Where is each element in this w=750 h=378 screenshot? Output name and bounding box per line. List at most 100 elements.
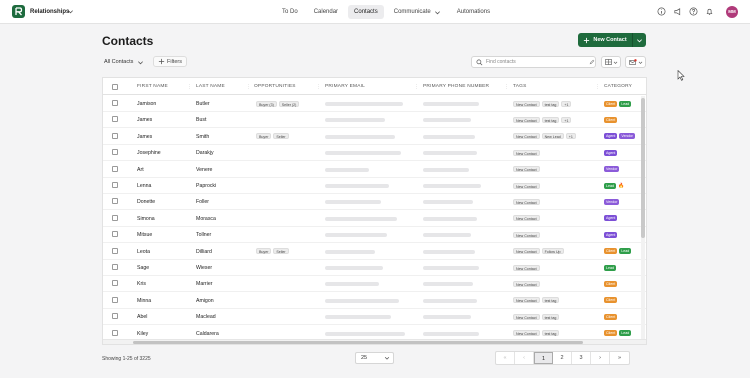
new-contact-dropdown[interactable] [632,33,646,47]
table-row[interactable]: Art Venere New Contact Vendor [103,162,646,178]
tag-chip[interactable]: test tag [541,330,560,337]
header-last-name[interactable]: LAST NAME [196,84,225,89]
row-checkbox[interactable] [112,132,118,139]
table-row[interactable]: Abel Maclead New Contact test tag Client [103,309,646,326]
horizontal-scrollbar-thumb[interactable] [133,341,583,344]
vertical-scrollbar-thumb[interactable] [641,98,645,238]
table-row[interactable]: Leota Dilliard Buyer Seller New Contact Follo… [103,244,646,260]
last-name-cell[interactable]: Venere [196,167,212,173]
first-name-cell[interactable]: Mitsue [137,232,152,238]
tag-chip[interactable]: New Contact [513,149,540,156]
row-checkbox[interactable] [112,280,118,287]
page-button-3[interactable]: 3 [572,352,591,364]
last-name-cell[interactable]: Paprocki [196,183,216,189]
opportunity-chip[interactable]: Seller [273,133,289,140]
tag-chip[interactable]: Follow Up [541,248,564,255]
header-opportunities[interactable]: OPPORTUNITIES [254,84,296,89]
last-name-cell[interactable]: Dilliard [196,249,212,255]
search-input[interactable] [486,59,586,65]
last-name-cell[interactable]: Butler [196,101,210,107]
column-resize-handle[interactable]: ⋮ [595,84,600,90]
tag-chip[interactable]: New Lead [541,133,564,140]
column-resize-handle[interactable]: ⋮ [187,84,192,90]
chevron-down-icon[interactable] [67,8,74,15]
tag-chip[interactable]: New Contact [513,330,540,337]
row-checkbox[interactable] [112,149,118,156]
first-name-cell[interactable]: Sage [137,265,149,271]
table-row[interactable]: Minna Amigon New Contact test tag Client [103,293,646,309]
nav-todo[interactable]: To Do [276,5,304,19]
edit-icon[interactable] [589,59,595,65]
header-category[interactable]: CATEGORY [604,84,632,89]
nav-communicate[interactable]: Communicate [388,5,447,19]
help-icon[interactable] [689,7,698,16]
tag-chip[interactable]: New Contact [513,313,540,320]
first-name-cell[interactable]: Abel [137,314,147,320]
opportunity-chip[interactable]: Buyer [256,133,272,140]
last-name-cell[interactable]: Amigon [196,298,214,304]
row-checkbox[interactable] [112,214,118,221]
row-checkbox[interactable] [112,313,118,320]
table-row[interactable]: Mitsue Tollner New Contact Agent [103,227,646,244]
vertical-scrollbar[interactable] [641,96,645,340]
page-size-select[interactable]: 25 [355,352,394,364]
row-checkbox[interactable] [112,247,118,254]
header-tags[interactable]: TAGS [513,84,527,89]
row-checkbox[interactable] [112,198,118,205]
first-name-cell[interactable]: Art [137,167,144,173]
tag-chip[interactable]: New Contact [513,198,540,205]
last-name-cell[interactable]: Morasca [196,216,216,222]
row-checkbox[interactable] [112,329,118,336]
first-name-cell[interactable]: Simona [137,216,155,222]
table-row[interactable]: Jamison Butler Buyer (3) Seller (2) New Cont… [103,96,646,112]
table-row[interactable]: Simona Morasca New Contact Agent [103,211,646,227]
first-name-cell[interactable]: Leota [137,249,150,255]
last-name-cell[interactable]: Tollner [196,232,211,238]
tag-chip[interactable]: New Contact [513,264,540,271]
header-primary-email[interactable]: PRIMARY EMAIL [325,84,365,89]
prev-page-button[interactable]: ‹ [515,352,534,364]
page-button-2[interactable]: 2 [553,352,572,364]
table-row[interactable]: James Bust New Contact test tag +1 Client [103,112,646,129]
tag-chip[interactable]: New Contact [513,100,540,107]
first-name-cell[interactable]: Kiley [137,331,148,337]
tag-chip[interactable]: test tag [541,116,560,123]
bell-icon[interactable] [705,7,714,16]
row-checkbox[interactable] [112,264,118,270]
opportunity-chip[interactable]: Buyer (3) [256,100,277,107]
table-row[interactable]: Josephine Darakjy New Contact Agent [103,145,646,162]
row-checkbox[interactable] [112,165,118,172]
view-select[interactable]: All Contacts [104,57,144,67]
first-name-cell[interactable]: James [137,117,152,123]
last-name-cell[interactable]: Maclead [196,314,216,320]
page-button-1[interactable]: 1 [534,352,553,364]
email-actions-button[interactable] [625,56,646,68]
first-name-cell[interactable]: Donette [137,199,155,205]
row-checkbox[interactable] [112,231,118,238]
table-row[interactable]: James Smith Buyer Seller New Contact New Lead… [103,129,646,145]
last-name-cell[interactable]: Foller [196,199,209,205]
select-all-checkbox[interactable] [112,84,118,90]
tag-chip[interactable]: test tag [541,313,560,320]
tag-chip[interactable]: New Contact [513,297,540,304]
view-toggle-button[interactable] [601,56,621,68]
first-page-button[interactable]: « [496,352,515,364]
table-row[interactable]: Donette Foller New Contact Vendor [103,194,646,211]
tag-chip[interactable]: New Contact [513,133,540,140]
first-name-cell[interactable]: James [137,134,152,140]
tag-chip[interactable]: New Contact [513,182,540,189]
tag-chip[interactable]: New Contact [513,280,540,287]
horizontal-scrollbar[interactable] [103,339,646,344]
row-checkbox[interactable] [112,100,118,106]
user-avatar[interactable]: MM [726,6,738,18]
first-name-cell[interactable]: Lenna [137,183,151,189]
opportunity-chip[interactable]: Buyer [256,248,272,255]
column-resize-handle[interactable]: ⋮ [414,84,419,90]
nav-calendar[interactable]: Calendar [308,5,344,19]
last-name-cell[interactable]: Darakjy [196,150,214,156]
last-name-cell[interactable]: Bust [196,117,206,123]
tag-chip[interactable]: New Contact [513,215,540,222]
next-page-button[interactable]: › [591,352,610,364]
tag-chip[interactable]: +1 [561,100,572,107]
first-name-cell[interactable]: Minna [137,298,151,304]
